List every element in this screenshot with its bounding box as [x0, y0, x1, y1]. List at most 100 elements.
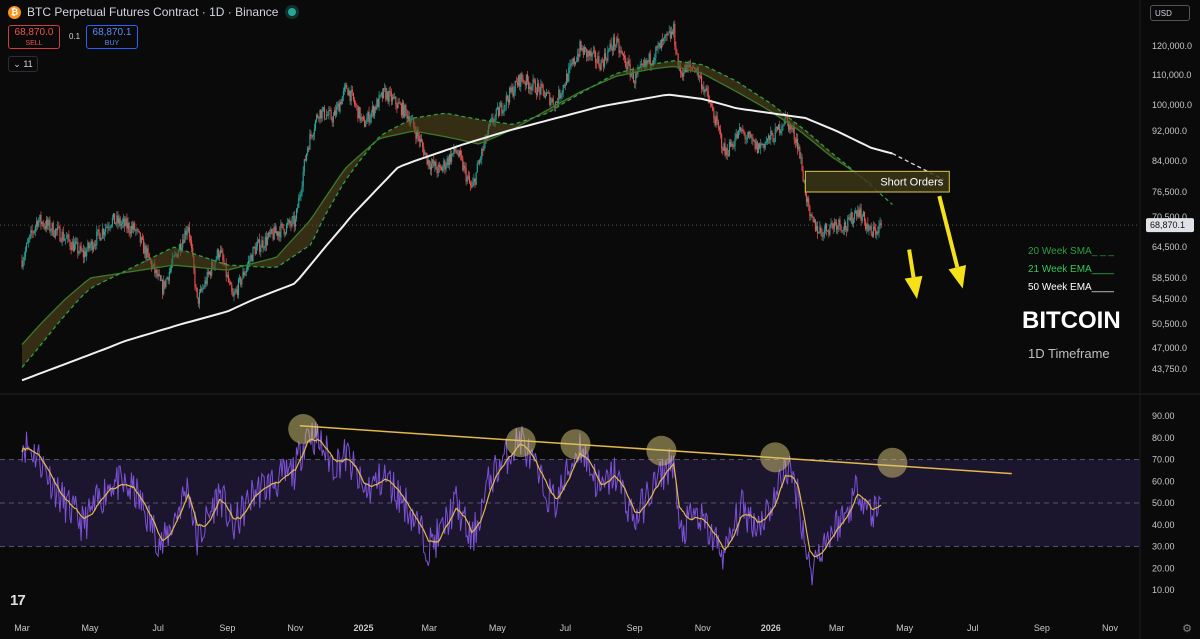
candle-body [511, 87, 513, 92]
candle-body [734, 138, 736, 147]
candle-body [145, 245, 147, 259]
time-tick-label: Jul [152, 623, 164, 633]
symbol-title[interactable]: BTC Perpetual Futures Contract · 1D · Bi… [27, 5, 278, 19]
candle-body [196, 287, 198, 298]
candle-body [773, 141, 775, 143]
candle-body [560, 95, 562, 99]
candle-body [580, 41, 582, 50]
candle-body [714, 118, 716, 126]
candle-body [709, 103, 712, 105]
candle-body [735, 133, 737, 139]
rsi-tick-label: 30.00 [1152, 542, 1175, 552]
candle-body [337, 103, 339, 107]
candle-body [851, 212, 853, 224]
candle-body [397, 102, 399, 109]
candle-body [350, 90, 352, 102]
candle-body [750, 134, 752, 138]
candle-body [717, 121, 719, 128]
candle-body [24, 250, 26, 257]
candle-body [391, 96, 394, 102]
candle-body [38, 220, 40, 227]
candle-body [111, 217, 113, 225]
candle-body [502, 111, 504, 114]
candle-body [721, 134, 723, 148]
candle-body [842, 230, 844, 232]
candle-body [147, 248, 149, 254]
candle-body [723, 143, 725, 151]
candle-body [208, 271, 211, 275]
candle-body [821, 232, 823, 237]
candle-body [128, 222, 130, 232]
candle-body [160, 280, 163, 281]
candle-body [682, 72, 684, 77]
candle-body [761, 143, 763, 145]
candle-body [535, 92, 537, 95]
candle-body [40, 214, 42, 225]
buy-button[interactable]: 68,870.1 BUY [86, 25, 138, 49]
candle-body [292, 216, 294, 219]
candle-body [500, 103, 502, 108]
candle-body [348, 90, 350, 96]
candle-body [358, 107, 360, 119]
candle-body [702, 86, 704, 90]
candle-body [611, 48, 613, 51]
candle-body [480, 159, 482, 161]
candle-body [741, 129, 743, 132]
candle-body [618, 41, 620, 53]
rsi-tick-label: 70.00 [1152, 455, 1175, 465]
indicators-collapse-button[interactable]: ⌄ 11 [8, 56, 38, 72]
sell-button[interactable]: 68,870.0 SELL [8, 25, 60, 49]
candle-body [335, 110, 337, 115]
candle-body [194, 269, 196, 287]
candle-body [666, 33, 668, 35]
candle-body [879, 223, 881, 225]
candle-body [254, 247, 256, 255]
candle-body [89, 245, 91, 249]
candle-body [668, 31, 670, 33]
candle-body [718, 127, 720, 130]
candle-body [72, 241, 74, 252]
candle-body [102, 229, 105, 235]
candle-body [261, 240, 263, 248]
candle-body [28, 239, 30, 243]
legend-entry-1: 21 Week EMA____ [1028, 264, 1114, 275]
candle-body [582, 47, 584, 55]
candle-body [355, 104, 357, 105]
candle-body [49, 219, 51, 232]
price-tick-label: 84,000.0 [1152, 156, 1187, 166]
candle-body [57, 226, 59, 231]
candle-body [330, 110, 332, 119]
candle-body [136, 229, 138, 231]
candle-body [144, 245, 146, 254]
candle-body [340, 101, 342, 105]
candle-body [532, 79, 534, 87]
candle-body [88, 242, 90, 249]
price-chart[interactable]: Short Orders 20 Week SMA_ _ _ 21 Week EMA_… [0, 0, 1200, 639]
candle-body [451, 153, 453, 162]
candle-body [64, 238, 67, 240]
candle-body [663, 38, 665, 41]
candle-body [442, 166, 444, 171]
gear-icon[interactable]: ⚙ [1182, 622, 1192, 635]
candle-body [360, 116, 362, 121]
candle-body [368, 111, 370, 123]
candle-body [361, 116, 363, 118]
currency-select[interactable]: USD [1150, 5, 1190, 21]
candle-body [98, 229, 100, 234]
candle-body [299, 196, 301, 198]
candle-body [396, 104, 398, 109]
candle-body [590, 50, 592, 57]
candle-body [840, 225, 842, 231]
candle-body [644, 60, 646, 66]
candle-body [195, 286, 197, 288]
candle-body [393, 96, 395, 99]
candle-body [307, 147, 309, 154]
candle-body [728, 142, 731, 156]
candle-body [53, 235, 55, 237]
candle-body [71, 241, 73, 251]
candle-body [293, 216, 295, 227]
candle-body [146, 248, 148, 259]
candle-body [518, 75, 520, 86]
candle-body [846, 228, 848, 231]
candle-body [737, 130, 739, 138]
